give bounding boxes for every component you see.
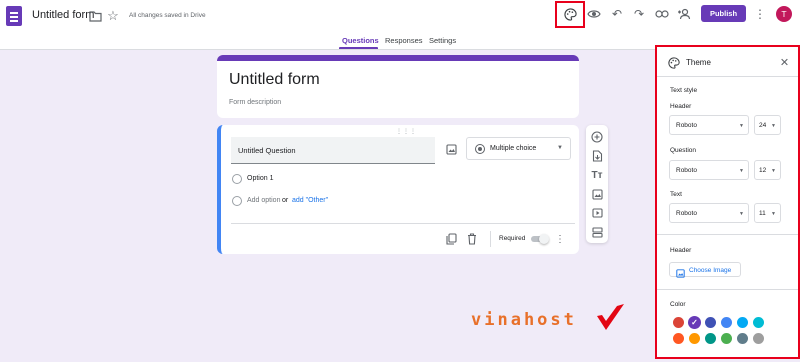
question-toolbar: Tт <box>586 125 608 243</box>
add-question-icon[interactable] <box>591 131 603 143</box>
more-options-icon[interactable]: ⋮ <box>754 6 766 22</box>
add-option-input[interactable]: Add option <box>247 197 280 204</box>
duplicate-icon[interactable] <box>445 233 457 245</box>
question-type-label: Multiple choice <box>490 145 537 152</box>
question-title-input[interactable]: Untitled Question <box>231 137 435 164</box>
add-image-icon[interactable] <box>591 188 603 200</box>
option-radio <box>232 174 242 184</box>
link-icon[interactable] <box>655 7 669 21</box>
folder-icon[interactable] <box>88 9 102 23</box>
tab-settings[interactable]: Settings <box>429 36 456 45</box>
add-title-icon[interactable]: Tт <box>591 169 603 181</box>
question-title-text: Untitled Question <box>238 146 296 155</box>
form-title-card: Untitled form Form description <box>217 55 579 118</box>
option-1-input[interactable]: Option 1 <box>247 175 273 182</box>
add-section-icon[interactable] <box>591 226 603 238</box>
form-title-field[interactable]: Untitled form <box>32 9 94 21</box>
star-icon[interactable]: ☆ <box>106 8 120 23</box>
chevron-down-icon: ▼ <box>557 145 563 151</box>
avatar[interactable]: T <box>776 6 792 22</box>
top-bar: Untitled form ☆ All changes saved in Dri… <box>0 0 800 50</box>
question-more-icon[interactable]: ⋮ <box>555 232 565 246</box>
form-title-input[interactable]: Untitled form <box>229 71 320 89</box>
save-status: All changes saved in Drive <box>129 12 206 19</box>
drag-handle-icon[interactable]: ⋮⋮⋮ <box>396 128 417 135</box>
watermark-check-logo <box>595 302 627 334</box>
tab-responses[interactable]: Responses <box>385 36 423 45</box>
option-radio <box>232 196 242 206</box>
preview-eye-icon[interactable] <box>587 7 601 21</box>
add-image-icon[interactable] <box>445 143 457 155</box>
form-description-input[interactable]: Form description <box>229 99 281 106</box>
palette-highlight-box <box>555 1 585 28</box>
redo-icon[interactable]: ↷ <box>633 7 645 21</box>
question-card[interactable]: ⋮⋮⋮ Untitled Question Multiple choice ▼ … <box>217 125 579 254</box>
delete-icon[interactable] <box>466 233 478 245</box>
footer-divider <box>490 231 491 247</box>
card-divider <box>231 223 575 224</box>
theme-panel-highlight-box <box>655 45 800 359</box>
add-collaborator-icon[interactable] <box>677 7 691 21</box>
undo-icon[interactable]: ↶ <box>611 7 623 21</box>
import-questions-icon[interactable] <box>591 150 603 162</box>
or-text: or <box>282 197 289 204</box>
publish-button[interactable]: Publish <box>701 5 746 22</box>
radio-type-icon <box>475 144 485 154</box>
add-other-link[interactable]: add "Other" <box>292 197 328 204</box>
question-type-dropdown[interactable]: Multiple choice ▼ <box>466 137 571 160</box>
required-label: Required <box>499 235 526 242</box>
forms-app-icon[interactable] <box>6 6 22 26</box>
required-toggle[interactable] <box>531 234 549 244</box>
add-video-icon[interactable] <box>591 207 603 219</box>
watermark-text: vinahost <box>471 310 577 330</box>
tab-questions[interactable]: Questions <box>342 36 379 45</box>
